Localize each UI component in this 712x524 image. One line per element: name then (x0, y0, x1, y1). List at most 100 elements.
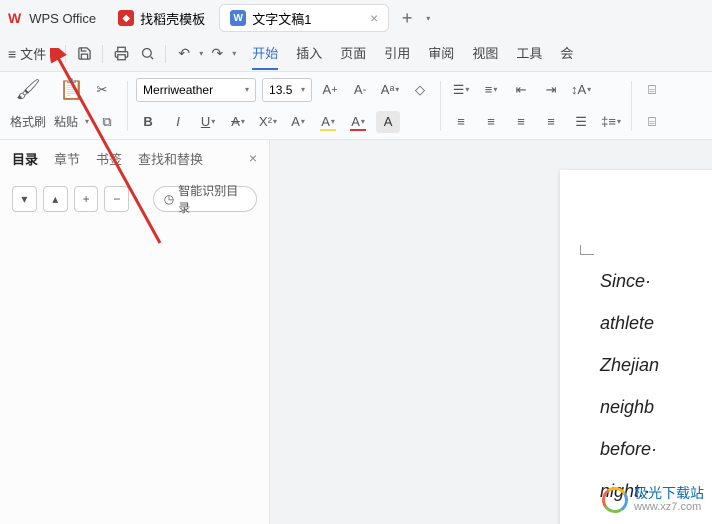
align-right-icon[interactable]: ≡ (509, 111, 533, 133)
align-left-icon[interactable]: ≡ (449, 111, 473, 133)
menu-file[interactable]: 文件 (20, 44, 46, 63)
ribbon-tabs: 开始 插入 页面 引用 审阅 视图 工具 会 (252, 37, 573, 70)
tab-tools[interactable]: 工具 (516, 37, 542, 70)
separator (440, 81, 441, 131)
smart-toc-label: 智能识别目录 (178, 182, 246, 216)
divider (65, 45, 66, 63)
tab-start[interactable]: 开始 (252, 37, 278, 70)
remove-button[interactable]: − (104, 186, 129, 212)
watermark-url: www.xz7.com (634, 501, 704, 514)
title-bar: W WPS Office ◆ 找稻壳模板 W 文字文稿1 × + ▾ (0, 0, 712, 36)
navigation-sidebar: 目录 章节 书签 查找和替换 × ▾ ▴ + − ◷ 智能识别目录 (0, 140, 270, 524)
tab-insert[interactable]: 插入 (296, 37, 322, 70)
workspace: 目录 章节 书签 查找和替换 × ▾ ▴ + − ◷ 智能识别目录 Since·… (0, 140, 712, 524)
line-spacing-icon[interactable]: ‡≡▾ (599, 111, 623, 133)
font-color-button[interactable]: A▾ (346, 111, 370, 133)
underline-button[interactable]: U▾ (196, 111, 220, 133)
sidebar-tab-find[interactable]: 查找和替换 (138, 149, 203, 168)
change-case-icon[interactable]: Aᵃ▾ (378, 79, 402, 101)
italic-button[interactable]: I (166, 111, 190, 133)
align-justify-icon[interactable]: ≡ (539, 111, 563, 133)
divider (102, 45, 103, 63)
collapse-down-button[interactable]: ▾ (12, 186, 37, 212)
daoke-icon: ◆ (118, 10, 134, 26)
indent-inc-icon[interactable]: ⇥ (539, 79, 563, 101)
watermark: 极光下载站 www.xz7.com (602, 485, 704, 514)
format-brush-label[interactable]: 格式刷 (10, 113, 46, 130)
emphasis-button[interactable]: A▾ (286, 111, 310, 133)
tab-document-label: 文字文稿1 (252, 9, 311, 28)
format-brush-icon[interactable]: 🖌 (15, 77, 40, 102)
decrease-font-icon[interactable]: A- (348, 79, 372, 101)
tab-view[interactable]: 视图 (472, 37, 498, 70)
tab-options-icon[interactable]: ▾ (426, 14, 430, 23)
separator (127, 81, 128, 131)
group-paragraph: ☰▾ ≡▾ ⇤ ⇥ ↕A▾ ≡ ≡ ≡ ≡ ☰ ‡≡▾ (449, 75, 623, 137)
paste-icon[interactable]: 📋 (59, 77, 84, 102)
sidebar-close-icon[interactable]: × (249, 150, 257, 166)
document-text[interactable]: Since· athlete Zhejian neighb before· ni… (600, 260, 712, 512)
superscript-button[interactable]: X²▾ (256, 111, 280, 133)
page[interactable]: Since· athlete Zhejian neighb before· ni… (560, 170, 712, 524)
sidebar-tab-chapter[interactable]: 章节 (54, 149, 80, 168)
distribute-icon[interactable]: ☰ (569, 111, 593, 133)
sidebar-tab-bookmark[interactable]: 书签 (96, 149, 122, 168)
smart-toc-button[interactable]: ◷ 智能识别目录 (153, 186, 257, 212)
shading-button[interactable]: A (376, 111, 400, 133)
tab-member[interactable]: 会 (560, 37, 573, 70)
print-icon[interactable] (109, 42, 133, 66)
collapse-up-button[interactable]: ▴ (43, 186, 68, 212)
document-canvas[interactable]: Since· athlete Zhejian neighb before· ni… (270, 140, 712, 524)
tab-template[interactable]: ◆ 找稻壳模板 (108, 4, 215, 32)
app-name: WPS Office (29, 11, 96, 26)
divider (165, 45, 166, 63)
bold-button[interactable]: B (136, 111, 160, 133)
paste-label[interactable]: 粘贴 (54, 113, 78, 130)
redo-icon[interactable]: ↷ (205, 42, 229, 66)
font-size-select[interactable]: 13.5▾ (262, 78, 312, 102)
watermark-logo-icon (600, 485, 630, 515)
font-family-select[interactable]: Merriweather▾ (136, 78, 256, 102)
doc-icon: W (230, 10, 246, 26)
undo-caret-icon[interactable]: ▾ (199, 49, 203, 58)
indent-dec-icon[interactable]: ⇤ (509, 79, 533, 101)
wps-logo-icon: W (8, 10, 21, 26)
sidebar-controls: ▾ ▴ + − ◷ 智能识别目录 (0, 176, 269, 222)
group-font: Merriweather▾ 13.5▾ A+ A- Aᵃ▾ ◇ B I U▾ A… (136, 75, 432, 137)
file-caret-icon: ▾ (55, 49, 59, 58)
add-button[interactable]: + (74, 186, 99, 212)
hamburger-icon[interactable]: ≡ (8, 46, 16, 62)
bullets-icon[interactable]: ☰▾ (449, 79, 473, 101)
separator (631, 81, 632, 131)
tab-document[interactable]: W 文字文稿1 × (219, 4, 389, 32)
strike-button[interactable]: A▾ (226, 111, 250, 133)
redo-caret-icon[interactable]: ▾ (232, 49, 236, 58)
tab-page[interactable]: 页面 (340, 37, 366, 70)
tab-reference[interactable]: 引用 (384, 37, 410, 70)
increase-font-icon[interactable]: A+ (318, 79, 342, 101)
numbering-icon[interactable]: ≡▾ (479, 79, 503, 101)
style-icon[interactable]: ⌸ (640, 79, 664, 101)
style2-icon[interactable]: ⌸ (640, 111, 664, 133)
text-direction-icon[interactable]: ↕A▾ (569, 79, 593, 101)
new-tab-button[interactable]: + (393, 4, 421, 32)
undo-icon[interactable]: ↶ (172, 42, 196, 66)
sidebar-tab-toc[interactable]: 目录 (12, 149, 38, 168)
print-preview-icon[interactable] (135, 42, 159, 66)
cursor-indicator-icon (580, 245, 594, 255)
ai-toc-icon: ◷ (164, 192, 174, 206)
ribbon: 🖌 格式刷 📋 ✂ 粘贴▾ ⧉ Merriweather▾ 13.5▾ A+ A… (0, 72, 712, 140)
align-center-icon[interactable]: ≡ (479, 111, 503, 133)
menu-bar: ≡ 文件 ▾ ↶ ▾ ↷ ▾ 开始 插入 页面 引用 审阅 视图 工具 会 (0, 36, 712, 72)
cut-icon[interactable]: ✂ (90, 79, 114, 101)
tab-template-label: 找稻壳模板 (140, 9, 205, 28)
watermark-name: 极光下载站 (634, 485, 704, 501)
highlight-button[interactable]: A▾ (316, 111, 340, 133)
clear-format-icon[interactable]: ◇ (408, 79, 432, 101)
sidebar-tabs: 目录 章节 书签 查找和替换 × (0, 140, 269, 176)
close-tab-icon[interactable]: × (370, 10, 378, 26)
group-style: ⌸ ⌸ (640, 75, 664, 137)
tab-review[interactable]: 审阅 (428, 37, 454, 70)
save-icon[interactable] (72, 42, 96, 66)
copy-icon[interactable]: ⧉ (95, 111, 119, 133)
